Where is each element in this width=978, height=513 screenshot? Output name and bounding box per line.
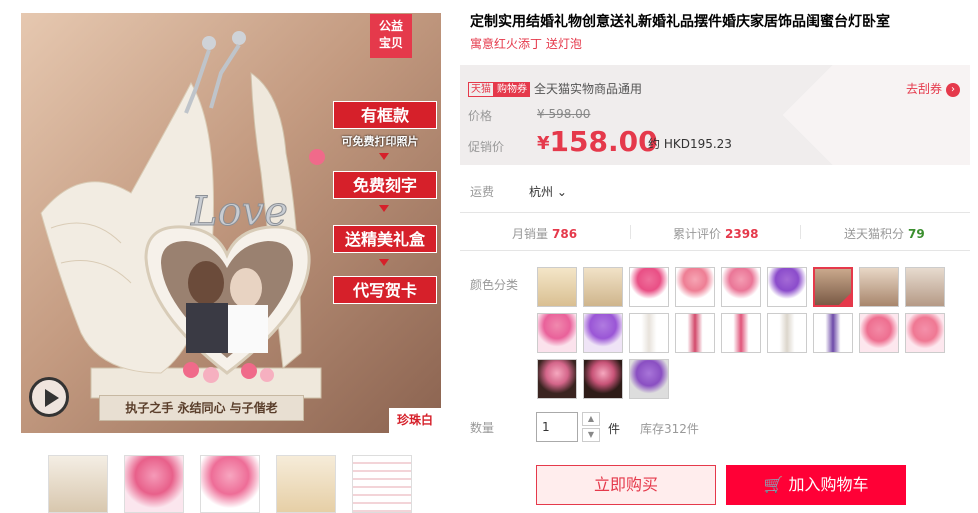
promo-engraving: 免费刻字	[333, 171, 437, 199]
thumbnail-4[interactable]	[276, 455, 336, 513]
thumbnail-3[interactable]	[200, 455, 260, 513]
stock-count: 库存312件	[640, 422, 699, 436]
arrow-down-icon	[379, 205, 389, 212]
coupon-info: 天猫 购物券 全天猫实物商品通用	[468, 80, 642, 97]
color-option-20[interactable]	[583, 359, 623, 399]
cart-icon: 🛒	[763, 475, 784, 494]
plaque-text: 执子之手 永结同心 与子偕老	[99, 395, 304, 421]
quantity-increase-icon[interactable]: ▲	[582, 412, 600, 426]
shipping-location-dropdown[interactable]: 杭州 ⌄	[529, 183, 567, 200]
color-option-18[interactable]	[905, 313, 945, 353]
color-option-12[interactable]	[629, 313, 669, 353]
color-option-5[interactable]	[721, 267, 761, 307]
shipping-label: 运费	[470, 185, 495, 199]
color-option-16[interactable]	[813, 313, 853, 353]
chevron-right-icon: ›	[946, 82, 960, 97]
color-option-1[interactable]	[537, 267, 577, 307]
cumulative-reviews[interactable]: 累计评价 2398	[673, 225, 758, 242]
arrow-down-icon	[379, 259, 389, 266]
color-option-15[interactable]	[767, 313, 807, 353]
add-to-cart-button[interactable]: 🛒 加入购物车	[726, 465, 906, 505]
promo-framed: 有框款	[333, 101, 437, 129]
color-option-21[interactable]	[629, 359, 669, 399]
promo-price: ¥158.00	[537, 125, 658, 158]
color-option-10[interactable]	[537, 313, 577, 353]
main-product-image[interactable]: Love 公益 宝贝 有框款 可免费打印照片 免费刻字 送精美礼盒 代写贺卡 执…	[21, 13, 441, 433]
color-option-13[interactable]	[675, 313, 715, 353]
buy-now-button[interactable]: 立即购买	[536, 465, 716, 505]
color-option-3[interactable]	[629, 267, 669, 307]
color-name-label: 珍珠白	[389, 408, 441, 433]
arrow-down-icon	[379, 153, 389, 160]
quantity-label: 数量	[470, 421, 495, 435]
color-option-6[interactable]	[767, 267, 807, 307]
sculpture-illustration: Love	[40, 31, 325, 399]
coupon-tag: 购物券	[494, 82, 530, 97]
tmall-points: 送天猫积分 79	[844, 227, 925, 241]
quantity-unit: 件	[608, 422, 621, 436]
price-label: 价格	[468, 109, 493, 123]
tmall-tag: 天猫	[468, 82, 494, 97]
color-option-11[interactable]	[583, 313, 623, 353]
monthly-sales: 月销量 786	[512, 227, 578, 241]
play-video-icon[interactable]	[29, 377, 69, 417]
thumbnail-2[interactable]	[124, 455, 184, 513]
promo-gift-box: 送精美礼盒	[333, 225, 437, 253]
promo-greeting-card: 代写贺卡	[333, 276, 437, 304]
color-option-14[interactable]	[721, 313, 761, 353]
get-coupon-link[interactable]: 去刮券 ›	[906, 80, 960, 97]
thumbnail-1[interactable]	[48, 455, 108, 513]
color-option-17[interactable]	[859, 313, 899, 353]
product-subtitle: 寓意红火添丁 送灯泡	[470, 37, 582, 51]
sales-stats: 月销量 786 累计评价 2398 送天猫积分 79	[460, 212, 970, 251]
promo-free-print: 可免费打印照片	[341, 135, 419, 148]
color-option-7-selected[interactable]	[813, 267, 853, 307]
price-box: 天猫 购物券 全天猫实物商品通用 去刮券 › 价格 ¥ 598.00 促销价 ¥158…	[460, 65, 970, 165]
promo-price-label: 促销价	[468, 140, 505, 154]
color-option-4[interactable]	[675, 267, 715, 307]
hkd-price: 约 HKD195.23	[648, 137, 732, 151]
product-title: 定制实用结婚礼物创意送礼新婚礼品摆件婚庆家居饰品闺蜜台灯卧室	[470, 14, 890, 30]
chevron-down-icon: ⌄	[553, 185, 567, 199]
love-text: Love	[190, 189, 288, 235]
check-icon	[839, 293, 851, 305]
color-category-label: 颜色分类	[470, 278, 519, 292]
thumbnail-5[interactable]	[352, 455, 412, 513]
coupon-text: 全天猫实物商品通用	[534, 82, 643, 96]
color-option-8[interactable]	[859, 267, 899, 307]
original-price: ¥ 598.00	[537, 107, 591, 121]
quantity-input[interactable]	[536, 412, 578, 442]
color-option-2[interactable]	[583, 267, 623, 307]
quantity-decrease-icon[interactable]: ▼	[582, 428, 600, 442]
charity-badge: 公益 宝贝	[370, 14, 412, 58]
color-option-19[interactable]	[537, 359, 577, 399]
color-option-9[interactable]	[905, 267, 945, 307]
